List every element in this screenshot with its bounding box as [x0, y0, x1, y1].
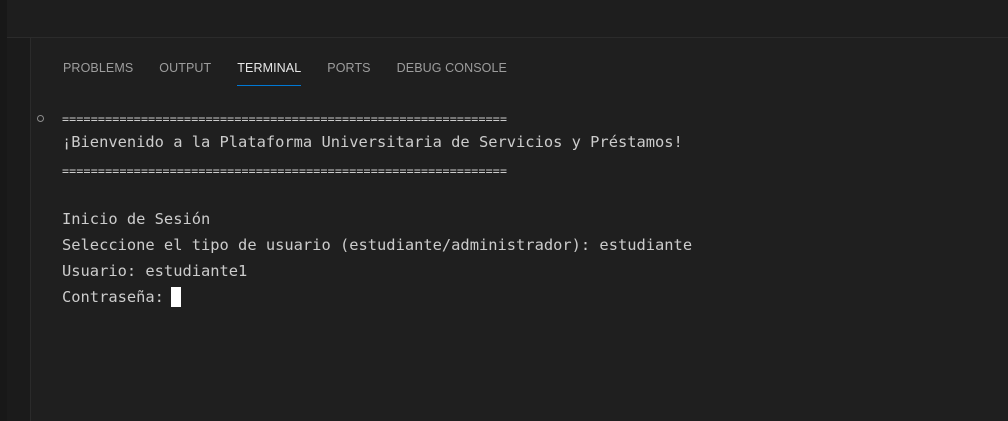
terminal-username-line: Usuario: estudiante1: [62, 262, 248, 280]
terminal-cursor: [170, 287, 181, 307]
tab-output[interactable]: OUTPUT: [159, 60, 211, 86]
tab-problems[interactable]: PROBLEMS: [63, 60, 133, 86]
tab-debug-console[interactable]: DEBUG CONSOLE: [397, 60, 507, 86]
bottom-panel: PROBLEMS OUTPUT TERMINAL PORTS DEBUG CON…: [31, 38, 1008, 421]
command-status-circle-icon[interactable]: [37, 115, 44, 122]
terminal-password-line[interactable]: Contraseña:: [62, 287, 181, 307]
left-gutter: [0, 0, 7, 421]
terminal-welcome-line: ¡Bienvenido a la Plataforma Universitari…: [62, 133, 683, 151]
tab-terminal[interactable]: TERMINAL: [237, 60, 302, 86]
terminal-separator-top: ========================================…: [62, 112, 508, 126]
vscode-window: PROBLEMS OUTPUT TERMINAL PORTS DEBUG CON…: [0, 0, 1008, 421]
editor-top-strip: [7, 0, 1008, 38]
tab-ports[interactable]: PORTS: [327, 60, 370, 86]
left-frame: [7, 0, 31, 421]
terminal-separator-bottom: ========================================…: [62, 164, 508, 178]
password-prompt-label: Contraseña:: [62, 288, 164, 306]
terminal-user-type-line: Seleccione el tipo de usuario (estudiant…: [62, 236, 693, 254]
panel-tabs: PROBLEMS OUTPUT TERMINAL PORTS DEBUG CON…: [63, 60, 533, 86]
terminal-login-heading: Inicio de Sesión: [62, 210, 211, 228]
